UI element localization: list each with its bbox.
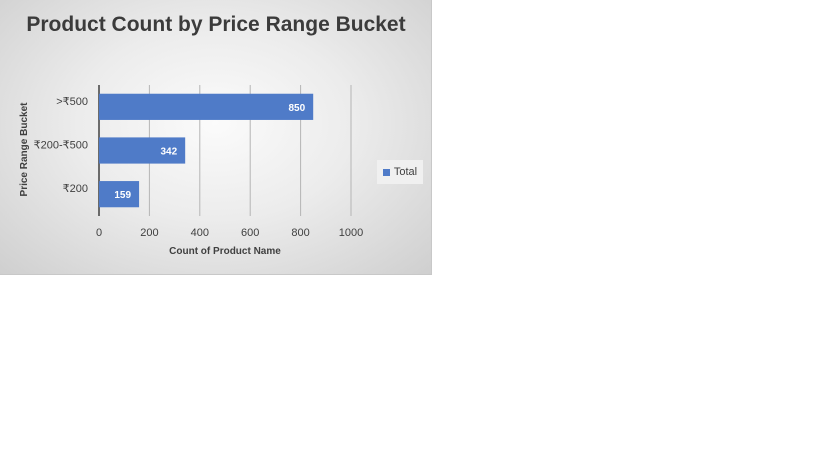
x-tick-label: 1000 [339, 227, 363, 239]
x-tick-label: 400 [191, 227, 209, 239]
legend-label: Total [393, 166, 418, 178]
legend: Total [377, 160, 423, 184]
x-tick-label: 800 [291, 227, 309, 239]
x-tick-label: 0 [96, 227, 102, 239]
legend-swatch [382, 168, 390, 176]
data-label: 159 [114, 190, 131, 201]
x-tick-label: 600 [241, 227, 259, 239]
y-axis-title: Price Range Bucket [19, 102, 30, 197]
bar-chart: 0 200 400 600 800 1000 850 >₹500 342 ₹200-₹500 159… [19, 85, 363, 257]
y-tick-label: ₹200-₹500 [34, 140, 88, 152]
x-axis-title: Count of Product Name [169, 246, 281, 257]
y-tick-label: >₹500 [56, 96, 88, 108]
data-label: 850 [289, 103, 306, 114]
chart-area: Product Count by Price Range Bucket 0 200… [0, 0, 432, 275]
x-tick-label: 200 [140, 227, 158, 239]
y-tick-label: ₹200 [63, 183, 88, 195]
data-label: 342 [160, 147, 177, 158]
bar [99, 93, 314, 120]
